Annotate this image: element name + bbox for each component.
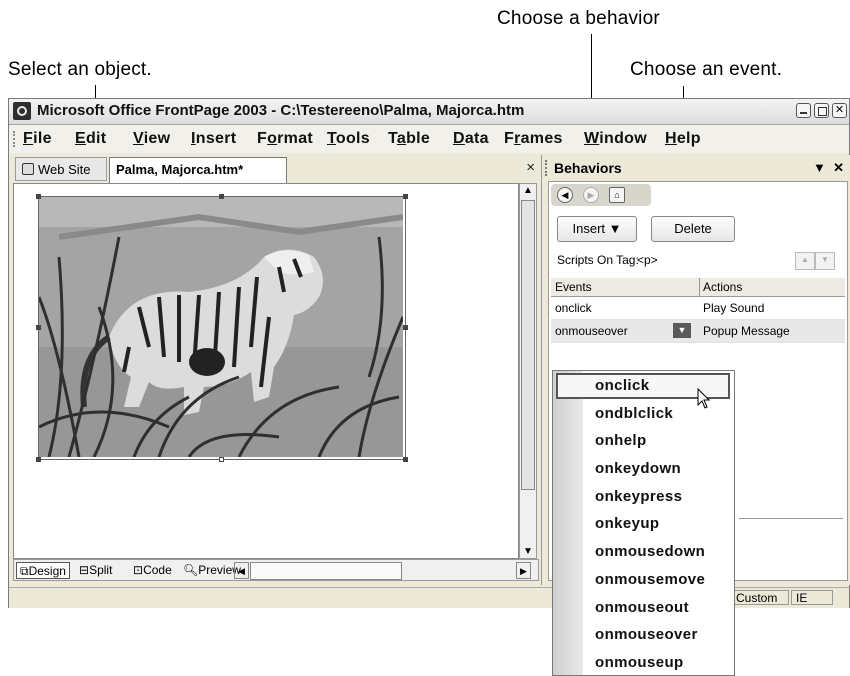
column-divider [699,278,700,296]
dropdown-option[interactable]: onmousemove [595,571,705,588]
action-cell: Play Sound [703,301,765,315]
tab-document[interactable]: Palma, Majorca.htm* [109,157,287,183]
menu-window[interactable]: Window [584,130,647,148]
page-design-view[interactable] [13,183,519,559]
title-bar: Microsoft Office FrontPage 2003 - C:\Tes… [9,99,849,125]
callout-select-object: Select an object. [8,59,152,80]
resize-handle[interactable] [403,194,408,199]
move-down-icon[interactable]: ▼ [815,252,835,270]
dropdown-option[interactable]: onkeydown [595,460,681,477]
pane-close-icon[interactable]: ✕ [833,160,844,175]
event-cell: onclick [555,301,592,315]
status-custom: Custom [731,590,789,605]
menu-insert[interactable]: Insert [191,130,236,148]
scroll-down-icon[interactable]: ▼ [523,546,533,557]
dropdown-option[interactable]: onkeypress [595,488,682,505]
resize-handle[interactable] [219,194,224,199]
pane-grip-icon [545,160,549,176]
menu-grip-icon [13,131,17,147]
menu-file[interactable]: File [23,130,52,148]
window-title: Microsoft Office FrontPage 2003 - C:\Tes… [37,102,525,119]
dropdown-option[interactable]: onmouseup [595,654,684,671]
task-pane-header: Behaviors ▼ ✕ [542,155,850,181]
frontpage-app-icon [13,102,31,120]
resize-handle[interactable] [36,194,41,199]
menu-format[interactable]: Format [257,130,313,148]
menu-view[interactable]: View [133,130,170,148]
scroll-left-icon[interactable]: ◀ [234,562,249,579]
dropdown-option[interactable]: onclick [595,377,650,394]
pane-navigation: ◀ ▶ ⌂ [551,184,651,206]
maximize-button[interactable] [814,103,829,118]
scroll-up-icon[interactable]: ▲ [523,185,533,196]
task-pane-controls: ▼ ✕ [813,155,844,181]
dropdown-gutter [553,371,583,675]
menu-table[interactable]: Table [388,130,430,148]
vertical-scrollbar[interactable]: ▲ ▼ [519,183,537,559]
scroll-thumb[interactable] [521,200,535,490]
dropdown-option[interactable]: onmousedown [595,543,705,560]
scripts-on-tag-label: Scripts On Tag: [557,253,639,267]
tab-web-site[interactable]: Web Site [15,157,107,181]
pane-menu-icon[interactable]: ▼ [813,160,826,175]
tiger-image[interactable] [36,194,408,462]
dropdown-option[interactable]: onhelp [595,432,647,449]
status-browser: IE [791,590,833,605]
menu-frames[interactable]: Frames [504,130,563,148]
pane-separator [739,518,843,519]
callout-choose-event: Choose an event. [630,59,783,80]
tab-code-view[interactable]: ⊡Code [130,562,175,579]
resize-handle[interactable] [36,325,41,330]
table-row[interactable]: onclick Play Sound [551,297,845,320]
web-site-icon [22,163,34,175]
column-header-actions[interactable]: Actions [703,278,742,296]
delete-button[interactable]: Delete [651,216,735,242]
close-document-icon[interactable]: × [526,159,535,176]
dropdown-option[interactable]: onmouseover [595,626,698,643]
scripts-on-tag-value: <p> [637,253,658,267]
action-cell: Popup Message [703,324,790,338]
menu-edit[interactable]: Edit [75,130,106,148]
mouse-pointer-icon [697,388,711,409]
event-dropdown-arrow-icon[interactable]: ▼ [673,323,691,338]
tiger-clipart [37,197,405,458]
column-header-events[interactable]: Events [555,278,592,296]
event-dropdown-list: onclick ondblclick onhelp onkeydown onke… [552,370,735,676]
editor-area: Web Site Palma, Majorca.htm* × ▲ ▼ ⧉Desi… [11,155,539,585]
move-up-icon[interactable]: ▲ [795,252,815,270]
table-row[interactable]: onmouseover ▼ Popup Message [551,320,845,343]
dropdown-option[interactable]: ondblclick [595,405,673,422]
event-cell: onmouseover [555,324,628,338]
home-icon[interactable]: ⌂ [609,187,625,203]
dropdown-option[interactable]: onmouseout [595,599,689,616]
minimize-button[interactable] [796,103,811,118]
resize-handle[interactable] [403,457,408,462]
menu-tools[interactable]: Tools [327,130,370,148]
dropdown-option[interactable]: onkeyup [595,515,659,532]
resize-handle[interactable] [36,457,41,462]
forward-icon[interactable]: ▶ [583,187,599,203]
insert-button[interactable]: Insert ▼ [557,216,637,242]
behaviors-table-header: Events Actions [551,278,845,297]
task-pane-title: Behaviors [554,160,622,176]
resize-handle[interactable] [403,325,408,330]
tab-design-view[interactable]: ⧉Design [16,562,70,579]
callout-choose-behavior: Choose a behavior [497,8,660,29]
back-icon[interactable]: ◀ [557,187,573,203]
resize-handle[interactable] [219,457,224,462]
view-tabs-bar: ⧉Design ⊟Split ⊡Code 🔍︎Preview ◀ ▶ [13,559,539,581]
tab-split-view[interactable]: ⊟Split [76,562,115,579]
scroll-right-icon[interactable]: ▶ [516,562,531,579]
close-button[interactable]: ✕ [832,103,847,118]
menu-help[interactable]: Help [665,130,701,148]
horizontal-scrollbar[interactable] [250,562,402,580]
menu-bar: File Edit View Insert Format Tools Table… [9,125,849,153]
menu-data[interactable]: Data [453,130,489,148]
